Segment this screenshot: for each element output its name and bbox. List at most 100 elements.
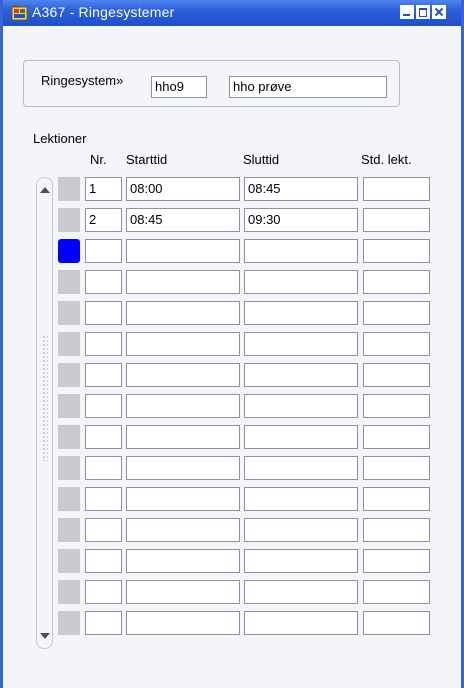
- close-button[interactable]: [432, 5, 446, 19]
- col-header-std-lekt: Std. lekt.: [361, 152, 412, 167]
- starttid-cell[interactable]: [126, 456, 240, 480]
- starttid-cell[interactable]: [126, 394, 240, 418]
- std-lekt-cell[interactable]: [363, 363, 430, 387]
- table-row: [58, 423, 433, 452]
- table-row: [58, 237, 433, 266]
- row-selector[interactable]: [58, 270, 80, 294]
- row-selector[interactable]: [58, 611, 80, 635]
- starttid-cell[interactable]: [126, 239, 240, 263]
- std-lekt-cell[interactable]: [363, 301, 430, 325]
- sluttid-cell[interactable]: [244, 425, 358, 449]
- row-selector[interactable]: [58, 301, 80, 325]
- starttid-cell[interactable]: [126, 425, 240, 449]
- starttid-cell[interactable]: [126, 549, 240, 573]
- sluttid-cell[interactable]: [244, 363, 358, 387]
- table-row: [58, 330, 433, 359]
- std-lekt-cell[interactable]: [363, 270, 430, 294]
- row-selector[interactable]: [58, 208, 80, 232]
- ringesystem-code-field[interactable]: hho9: [151, 76, 207, 98]
- table-row: [58, 516, 433, 545]
- std-lekt-cell[interactable]: [363, 518, 430, 542]
- table-row: [58, 578, 433, 607]
- std-lekt-cell[interactable]: [363, 239, 430, 263]
- nr-cell[interactable]: [85, 301, 122, 325]
- table-row: [58, 454, 433, 483]
- sluttid-cell[interactable]: 09:30: [244, 208, 358, 232]
- table-row: [58, 268, 433, 297]
- table-row: [58, 299, 433, 328]
- vertical-scrollbar[interactable]: [36, 177, 53, 649]
- sluttid-cell[interactable]: [244, 580, 358, 604]
- row-selector[interactable]: [58, 394, 80, 418]
- std-lekt-cell[interactable]: [363, 332, 430, 356]
- std-lekt-cell[interactable]: [363, 611, 430, 635]
- nr-cell[interactable]: [85, 270, 122, 294]
- row-selector[interactable]: [58, 518, 80, 542]
- sluttid-cell[interactable]: [244, 549, 358, 573]
- starttid-cell[interactable]: 08:00: [126, 177, 240, 201]
- std-lekt-cell[interactable]: [363, 208, 430, 232]
- nr-cell[interactable]: [85, 456, 122, 480]
- sluttid-cell[interactable]: [244, 239, 358, 263]
- row-selector[interactable]: [58, 580, 80, 604]
- nr-cell[interactable]: [85, 394, 122, 418]
- std-lekt-cell[interactable]: [363, 487, 430, 511]
- nr-cell[interactable]: [85, 580, 122, 604]
- starttid-cell[interactable]: [126, 270, 240, 294]
- std-lekt-cell[interactable]: [363, 394, 430, 418]
- sluttid-cell[interactable]: [244, 611, 358, 635]
- nr-cell[interactable]: [85, 239, 122, 263]
- nr-cell[interactable]: [85, 425, 122, 449]
- table-row: 1 08:00 08:45: [58, 175, 433, 204]
- maximize-button[interactable]: [416, 5, 430, 19]
- sluttid-cell[interactable]: [244, 456, 358, 480]
- row-selector[interactable]: [58, 239, 80, 263]
- lektioner-label: Lektioner: [33, 131, 87, 146]
- starttid-cell[interactable]: [126, 301, 240, 325]
- row-selector[interactable]: [58, 549, 80, 573]
- nr-cell[interactable]: [85, 332, 122, 356]
- row-selector[interactable]: [58, 177, 80, 201]
- app-window: A367 - Ringesystemer Ringesystem» hho9 h…: [0, 0, 464, 688]
- table-row: [58, 547, 433, 576]
- nr-cell[interactable]: [85, 611, 122, 635]
- nr-cell[interactable]: 2: [85, 208, 122, 232]
- scroll-grip[interactable]: [42, 335, 48, 461]
- app-icon: [11, 5, 28, 21]
- sluttid-cell[interactable]: [244, 518, 358, 542]
- starttid-cell[interactable]: [126, 518, 240, 542]
- starttid-cell[interactable]: [126, 611, 240, 635]
- sluttid-cell[interactable]: [244, 487, 358, 511]
- title-bar[interactable]: A367 - Ringesystemer: [3, 0, 461, 26]
- nr-cell[interactable]: [85, 363, 122, 387]
- sluttid-cell[interactable]: [244, 270, 358, 294]
- std-lekt-cell[interactable]: [363, 177, 430, 201]
- ringesystem-name-field[interactable]: hho prøve: [229, 76, 387, 98]
- row-selector[interactable]: [58, 332, 80, 356]
- scroll-up-icon[interactable]: [40, 187, 50, 193]
- std-lekt-cell[interactable]: [363, 425, 430, 449]
- starttid-cell[interactable]: [126, 363, 240, 387]
- std-lekt-cell[interactable]: [363, 580, 430, 604]
- starttid-cell[interactable]: [126, 332, 240, 356]
- row-selector[interactable]: [58, 425, 80, 449]
- starttid-cell[interactable]: 08:45: [126, 208, 240, 232]
- row-selector[interactable]: [58, 363, 80, 387]
- sluttid-cell[interactable]: [244, 394, 358, 418]
- starttid-cell[interactable]: [126, 580, 240, 604]
- std-lekt-cell[interactable]: [363, 456, 430, 480]
- nr-cell[interactable]: 1: [85, 177, 122, 201]
- sluttid-cell[interactable]: [244, 301, 358, 325]
- row-selector[interactable]: [58, 487, 80, 511]
- nr-cell[interactable]: [85, 518, 122, 542]
- sluttid-cell[interactable]: [244, 332, 358, 356]
- minimize-button[interactable]: [400, 5, 414, 19]
- scroll-down-icon[interactable]: [40, 633, 50, 639]
- nr-cell[interactable]: [85, 549, 122, 573]
- table-row: [58, 361, 433, 390]
- sluttid-cell[interactable]: 08:45: [244, 177, 358, 201]
- std-lekt-cell[interactable]: [363, 549, 430, 573]
- row-selector[interactable]: [58, 456, 80, 480]
- nr-cell[interactable]: [85, 487, 122, 511]
- starttid-cell[interactable]: [126, 487, 240, 511]
